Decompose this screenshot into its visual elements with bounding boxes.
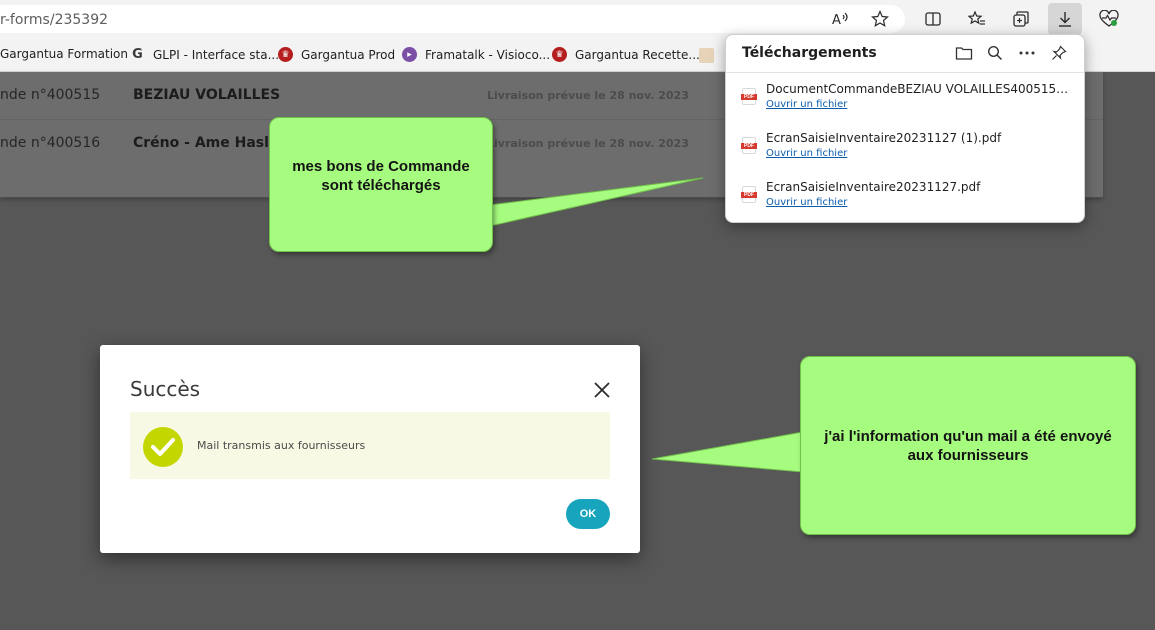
bookmark-framatalk[interactable]: ▸ Framatalk - Visioco...: [402, 47, 550, 62]
success-message-box: Mail transmis aux fournisseurs: [130, 412, 610, 479]
glpi-icon: G: [132, 47, 143, 62]
download-item[interactable]: EcranSaisieInventaire20231127.pdf Ouvrir…: [741, 180, 1072, 220]
downloads-panel: Téléchargements DocumentCommandeBEZIAU V…: [725, 34, 1085, 223]
success-dialog: Succès Mail transmis aux fournisseurs OK: [100, 345, 640, 553]
order-number: nde n°400515: [0, 87, 101, 103]
callout-mail-note: j'ai l'information qu'un mail a été envo…: [800, 356, 1136, 535]
download-file-name: EcranSaisieInventaire20231127.pdf: [766, 180, 981, 194]
bookmark-favicon-icon[interactable]: [699, 48, 714, 63]
order-delivery-date: Livraison prévue le 28 nov. 2023: [487, 137, 689, 150]
pdf-file-icon: [741, 137, 757, 154]
bookmark-label: Framatalk - Visioco...: [425, 47, 551, 62]
gargantua-icon: ♛: [278, 47, 293, 62]
order-supplier: BEZIAU VOLAILLES: [133, 87, 281, 103]
order-supplier: Créno - Ame Hasle: [133, 135, 279, 151]
open-file-link[interactable]: Ouvrir un fichier: [766, 148, 847, 159]
bookmark-gargantua-prod[interactable]: ♛ Gargantua Prod: [278, 47, 395, 62]
url-text: r-forms/235392: [0, 12, 109, 28]
open-file-link[interactable]: Ouvrir un fichier: [766, 99, 847, 110]
read-aloud-icon[interactable]: A: [829, 8, 851, 30]
pdf-file-icon: [741, 186, 757, 203]
bookmark-gargantua-formation[interactable]: Gargantua Formation: [0, 47, 128, 61]
open-folder-icon[interactable]: [954, 43, 974, 63]
favorites-icon[interactable]: [966, 8, 988, 30]
pin-icon[interactable]: [1049, 43, 1069, 63]
download-file-name: EcranSaisieInventaire20231127 (1).pdf: [766, 131, 1002, 145]
callout-downloads-note: mes bons de Commande sont téléchargés: [269, 117, 493, 252]
bookmark-label: GLPI - Interface sta...: [153, 47, 280, 62]
bookmark-label: Gargantua Prod: [301, 47, 396, 62]
bookmark-gargantua-recette[interactable]: ♛ Gargantua Recette...: [552, 47, 700, 62]
browser-health-icon[interactable]: [1098, 8, 1120, 30]
browser-address-bar: r-forms/235392 A: [0, 0, 1155, 38]
more-options-icon[interactable]: [1017, 43, 1037, 63]
download-file-name: DocumentCommandeBEZIAU VOLAILLES400515-2…: [766, 82, 1072, 96]
svg-text:A: A: [832, 13, 841, 28]
dialog-title: Succès: [130, 377, 201, 401]
open-file-link[interactable]: Ouvrir un fichier: [766, 197, 847, 208]
search-icon[interactable]: [985, 43, 1005, 63]
order-number: nde n°400516: [0, 135, 101, 151]
ok-button[interactable]: OK: [566, 499, 610, 529]
order-delivery-date: Livraison prévue le 28 nov. 2023: [487, 89, 689, 102]
download-item[interactable]: EcranSaisieInventaire20231127 (1).pdf Ou…: [741, 131, 1072, 171]
callout-text: j'ai l'information qu'un mail a été envo…: [824, 427, 1112, 464]
success-message: Mail transmis aux fournisseurs: [197, 439, 366, 452]
downloads-icon[interactable]: [1048, 3, 1082, 35]
divider: [726, 72, 1084, 73]
pdf-file-icon: [741, 88, 757, 105]
split-screen-icon[interactable]: [922, 8, 944, 30]
download-item[interactable]: DocumentCommandeBEZIAU VOLAILLES400515-2…: [741, 82, 1072, 122]
callout-text: mes bons de Commande sont téléchargés: [292, 157, 470, 194]
bookmark-label: Gargantua Recette...: [575, 47, 700, 62]
check-icon: [143, 427, 183, 467]
url-field[interactable]: r-forms/235392: [0, 5, 905, 33]
gargantua-icon: ♛: [552, 47, 567, 62]
bookmark-label: Gargantua Formation: [0, 47, 128, 61]
favorite-star-icon[interactable]: [869, 8, 891, 30]
bookmark-glpi[interactable]: G GLPI - Interface sta...: [130, 47, 279, 62]
collections-icon[interactable]: [1010, 8, 1032, 30]
downloads-title: Téléchargements: [742, 45, 877, 61]
video-icon: ▸: [402, 47, 417, 62]
close-icon[interactable]: [592, 380, 612, 400]
